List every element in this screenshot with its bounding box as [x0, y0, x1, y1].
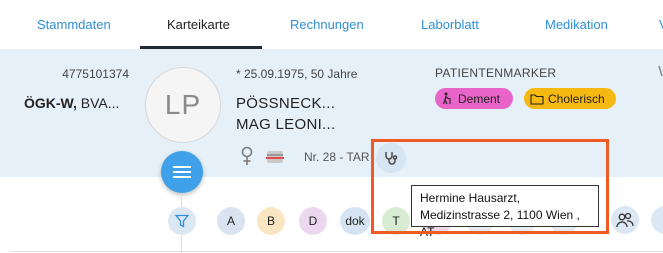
- highlight-box: [371, 139, 609, 234]
- people-icon: [616, 212, 634, 228]
- date-of-birth: * 25.09.1975, 50 Jahre: [236, 67, 358, 81]
- truncated-button[interactable]: [651, 206, 663, 234]
- avatar[interactable]: LP: [145, 67, 221, 143]
- filter-button[interactable]: [168, 207, 196, 235]
- person-cane-icon: [442, 92, 451, 105]
- folder-icon: [530, 93, 544, 105]
- marker-label-cholerisch: Cholerisch: [548, 91, 605, 106]
- insurance-label: ÖGK-W, BVA...: [24, 95, 119, 111]
- filter-chip-a[interactable]: A: [217, 207, 245, 235]
- filter-chip-b[interactable]: B: [257, 207, 285, 235]
- tab-rechnungen[interactable]: Rechnungen: [290, 17, 364, 32]
- menu-button[interactable]: [161, 151, 203, 193]
- tab-stammdaten[interactable]: Stammdaten: [37, 17, 111, 32]
- truncated-edge-icon: [658, 65, 663, 77]
- tab-karteikarte[interactable]: Karteikarte: [167, 17, 230, 32]
- filter-chip-d[interactable]: D: [299, 207, 327, 235]
- marker-badge-cholerisch[interactable]: Cholerisch: [524, 88, 616, 109]
- filter-icon: [175, 214, 189, 228]
- hamburger-icon: [173, 163, 191, 181]
- insurance-secondary: BVA...: [76, 95, 120, 111]
- insurance-primary: ÖGK-W,: [24, 95, 77, 111]
- tab-medikation[interactable]: Medikation: [545, 17, 608, 32]
- avatar-initials: LP: [164, 89, 202, 120]
- group-filter-button[interactable]: [611, 206, 639, 234]
- marker-badge-dement[interactable]: Dement: [435, 88, 513, 109]
- patient-markers-title: PATIENTENMARKER: [435, 66, 557, 80]
- insurance-card-icon: [266, 151, 284, 163]
- marker-label-dement: Dement: [458, 91, 501, 106]
- room-number: Nr. 28 - TAR: [304, 150, 370, 164]
- patient-id: 4775101374: [62, 67, 129, 81]
- section-divider: [10, 251, 663, 252]
- patient-firstname: MAG LEONI...: [236, 116, 336, 133]
- patient-lastname: PÖSSNECK...: [236, 95, 336, 112]
- filter-chip-dok[interactable]: dok: [340, 207, 370, 235]
- female-icon: [241, 146, 253, 165]
- tab-bar: Stammdaten Karteikarte Rechnungen Laborb…: [0, 0, 663, 49]
- tab-laborblatt[interactable]: Laborblatt: [421, 17, 479, 32]
- tab-truncated[interactable]: V: [659, 17, 663, 32]
